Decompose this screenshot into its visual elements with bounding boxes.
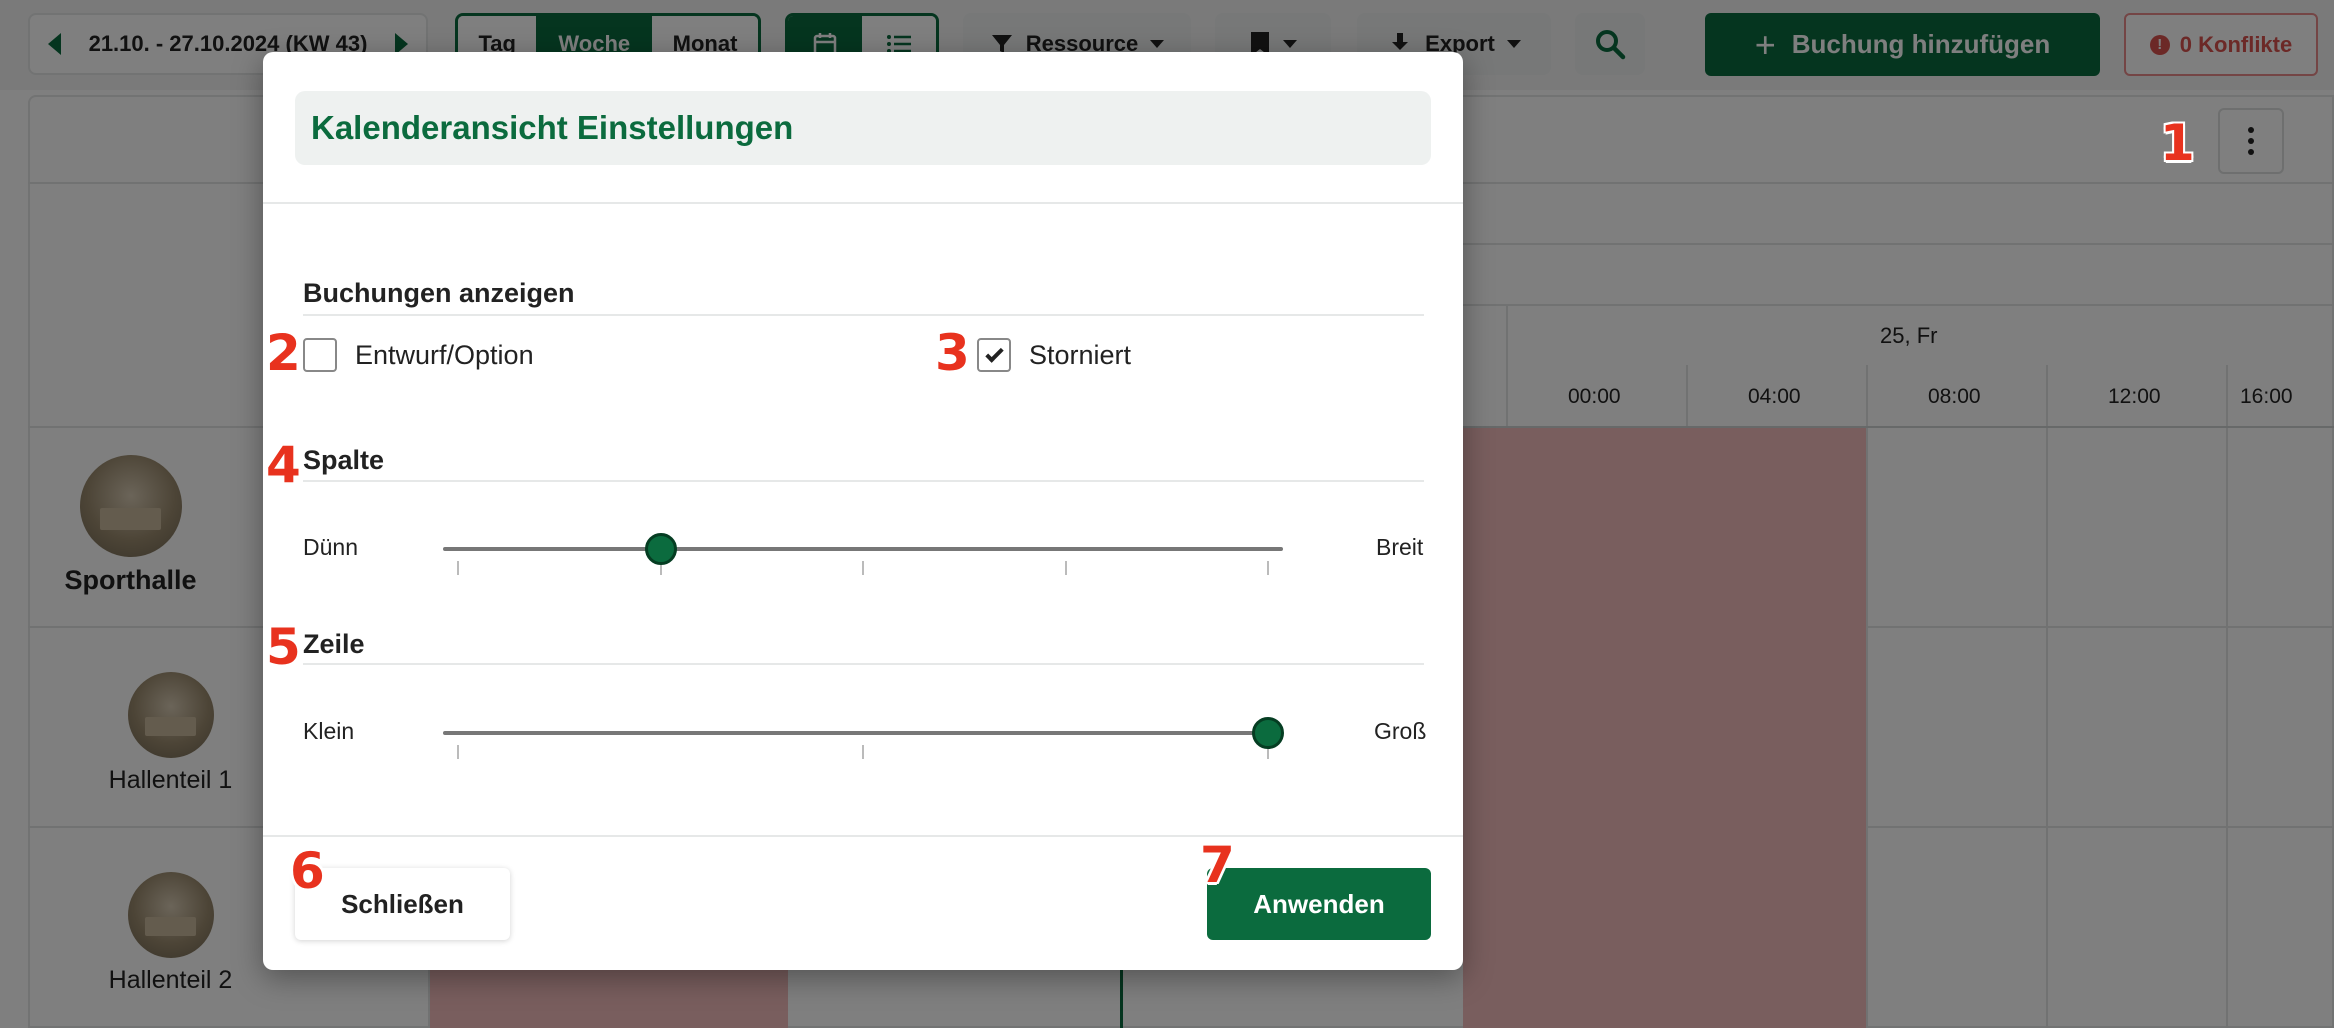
- row-slider-thumb[interactable]: [1252, 717, 1284, 749]
- slider-tick: [457, 745, 459, 759]
- dialog-header: Kalenderansicht Einstellungen: [295, 91, 1431, 165]
- calendar-settings-dialog: Kalenderansicht Einstellungen Buchungen …: [263, 52, 1463, 970]
- step-number: 3: [935, 324, 970, 382]
- slider-tick: [862, 745, 864, 759]
- close-button[interactable]: Schließen: [295, 868, 510, 940]
- section-divider: [303, 314, 1424, 316]
- header-divider: [263, 202, 1463, 204]
- step-number: 1: [2160, 114, 2195, 172]
- row-height-slider[interactable]: [443, 731, 1283, 735]
- step-number: 7: [1200, 836, 1235, 894]
- row-min-label: Klein: [303, 718, 355, 744]
- column-min-label: Dünn: [303, 534, 358, 560]
- step-number: 2: [266, 324, 301, 382]
- draft-option-label: Entwurf/Option: [355, 339, 534, 370]
- column-width-slider[interactable]: [443, 547, 1283, 551]
- footer-divider: [263, 835, 1463, 837]
- slider-tick: [862, 561, 864, 575]
- slider-tick: [457, 561, 459, 575]
- section-divider: [303, 663, 1424, 665]
- cancelled-row[interactable]: Storniert: [977, 338, 1131, 372]
- step-number: 4: [266, 436, 301, 494]
- column-title: Spalte: [303, 445, 385, 475]
- apply-button[interactable]: Anwenden: [1207, 868, 1431, 940]
- column-slider-thumb[interactable]: [644, 533, 677, 565]
- cancelled-checkbox[interactable]: [977, 338, 1011, 372]
- cancelled-label: Storniert: [1029, 339, 1132, 370]
- draft-option-checkbox[interactable]: [303, 338, 337, 372]
- checkmark-icon: [984, 343, 1004, 363]
- row-title: Zeile: [303, 629, 365, 659]
- section-divider: [303, 480, 1424, 482]
- draft-option-row[interactable]: Entwurf/Option: [303, 338, 534, 372]
- slider-tick: [1064, 561, 1067, 575]
- row-max-label: Groß: [1374, 718, 1427, 744]
- column-max-label: Breit: [1376, 534, 1424, 560]
- step-number: 5: [266, 618, 301, 676]
- dialog-title: Kalenderansicht Einstellungen: [311, 109, 794, 146]
- step-number: 6: [290, 842, 325, 900]
- show-bookings-title: Buchungen anzeigen: [303, 278, 575, 308]
- slider-tick: [1267, 561, 1269, 575]
